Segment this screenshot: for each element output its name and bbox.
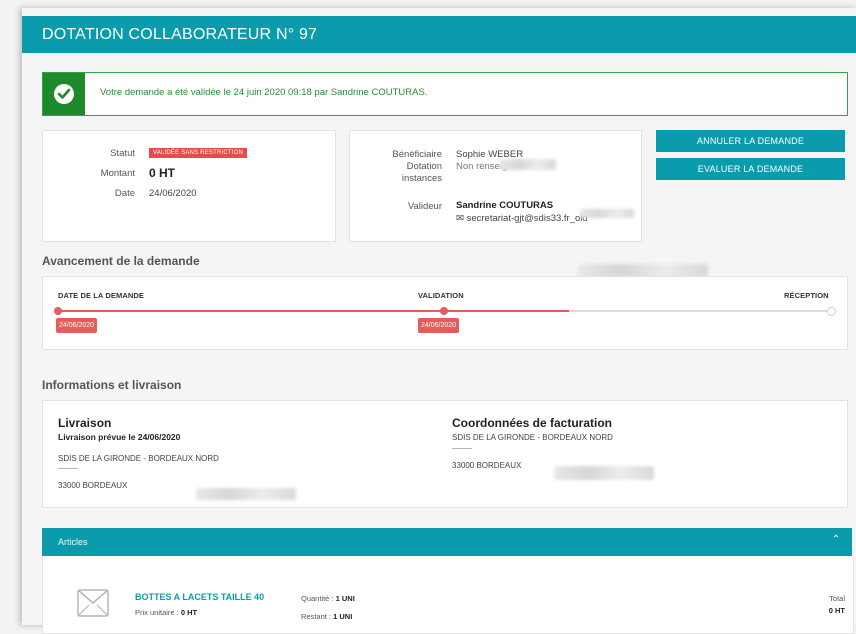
summary-card: Statut VALIDÉE SANS RESTRICTION Montant … xyxy=(42,130,336,242)
check-circle-icon xyxy=(43,73,85,115)
step-date-request: 24/06/2020 xyxy=(56,318,98,333)
step-label-reception: RÉCEPTION xyxy=(784,291,829,300)
articles-bar-label: Articles xyxy=(58,537,88,547)
livraison-separator: ---------- xyxy=(58,466,78,472)
progress-title: Avancement de la demande xyxy=(42,254,200,268)
article-row: BOTTES A LACETS TAILLE 40 Prix unitaire … xyxy=(42,556,854,634)
step-dot-request-date xyxy=(54,307,62,315)
valideur-name: Sandrine COUTURAS xyxy=(456,200,554,211)
blurred-region xyxy=(500,159,556,170)
page-frame: DOTATION COLLABORATEUR N° 97 Votre deman… xyxy=(22,8,856,634)
image-placeholder-icon xyxy=(77,589,109,617)
statut-label: Statut xyxy=(110,148,135,159)
step-date-validation: 24/06/2020 xyxy=(418,318,460,333)
date-label: Date xyxy=(114,188,135,199)
total-label: Total xyxy=(829,594,845,603)
beneficiaire-label: Bénéficiaire xyxy=(392,149,442,160)
valideur-label: Valideur xyxy=(407,201,442,212)
blurred-region xyxy=(196,488,296,500)
livraison-line1: SDIS DE LA GIRONDE - BORDEAUX NORD xyxy=(58,454,219,463)
success-alert: Votre demande a été validée le 24 juin 2… xyxy=(42,72,848,116)
facturation-title: Coordonnées de facturation xyxy=(452,416,613,430)
montant-label: Montant xyxy=(100,168,135,179)
montant-value: 0 HT xyxy=(149,166,176,180)
valideur-email-row[interactable]: ✉ secretariat-gjt@sdis33.fr_old xyxy=(456,213,588,224)
envelope-icon: ✉ xyxy=(456,213,464,224)
status-badge: VALIDÉE SANS RESTRICTION xyxy=(149,148,248,158)
step-label-validation: VALIDATION xyxy=(418,291,464,300)
cancel-request-button[interactable]: ANNULER LA DEMANDE xyxy=(656,130,845,152)
total-value: 0 HT xyxy=(828,606,845,615)
page-title: DOTATION COLLABORATEUR N° 97 xyxy=(42,26,318,43)
quantity: Quantité : 1 UNI xyxy=(301,594,355,603)
livraison-line3: 33000 BORDEAUX xyxy=(58,481,128,490)
livraison-subtitle: Livraison prévue le 24/06/2020 xyxy=(58,432,181,442)
unit-price: Prix unitaire : 0 HT xyxy=(135,608,198,617)
livraison-title: Livraison xyxy=(58,416,112,430)
step-label-request-date: DATE DE LA DEMANDE xyxy=(58,291,144,300)
date-value: 24/06/2020 xyxy=(149,188,197,199)
valideur-email: secretariat-gjt@sdis33.fr_old xyxy=(466,213,588,224)
progress-track-fill xyxy=(58,310,569,312)
dotation-label: Dotation xyxy=(406,161,442,172)
evaluate-request-button[interactable]: EVALUER LA DEMANDE xyxy=(656,158,845,180)
step-dot-reception xyxy=(827,307,836,316)
dotation-label-2: instances xyxy=(401,173,442,184)
facturation-line1: SDIS DE LA GIRONDE - BORDEAUX NORD xyxy=(452,433,613,442)
blurred-region xyxy=(580,209,634,218)
chevron-up-icon[interactable]: ⌃ xyxy=(832,534,840,545)
info-title: Informations et livraison xyxy=(42,378,182,392)
step-dot-validation xyxy=(440,307,448,315)
blurred-region xyxy=(554,466,654,480)
articles-bar[interactable]: Articles ⌃ xyxy=(42,528,852,556)
facturation-line3: 33000 BORDEAUX xyxy=(452,461,522,470)
header-bar: DOTATION COLLABORATEUR N° 97 xyxy=(22,16,856,53)
remaining: Restant : 1 UNI xyxy=(301,612,353,621)
alert-message: Votre demande a été validée le 24 juin 2… xyxy=(100,87,428,98)
people-card: Bénéficiaire Sophie WEBER Dotation Non r… xyxy=(349,130,642,242)
product-name-link[interactable]: BOTTES A LACETS TAILLE 40 xyxy=(135,592,264,602)
facturation-separator: ---------- xyxy=(452,446,472,452)
